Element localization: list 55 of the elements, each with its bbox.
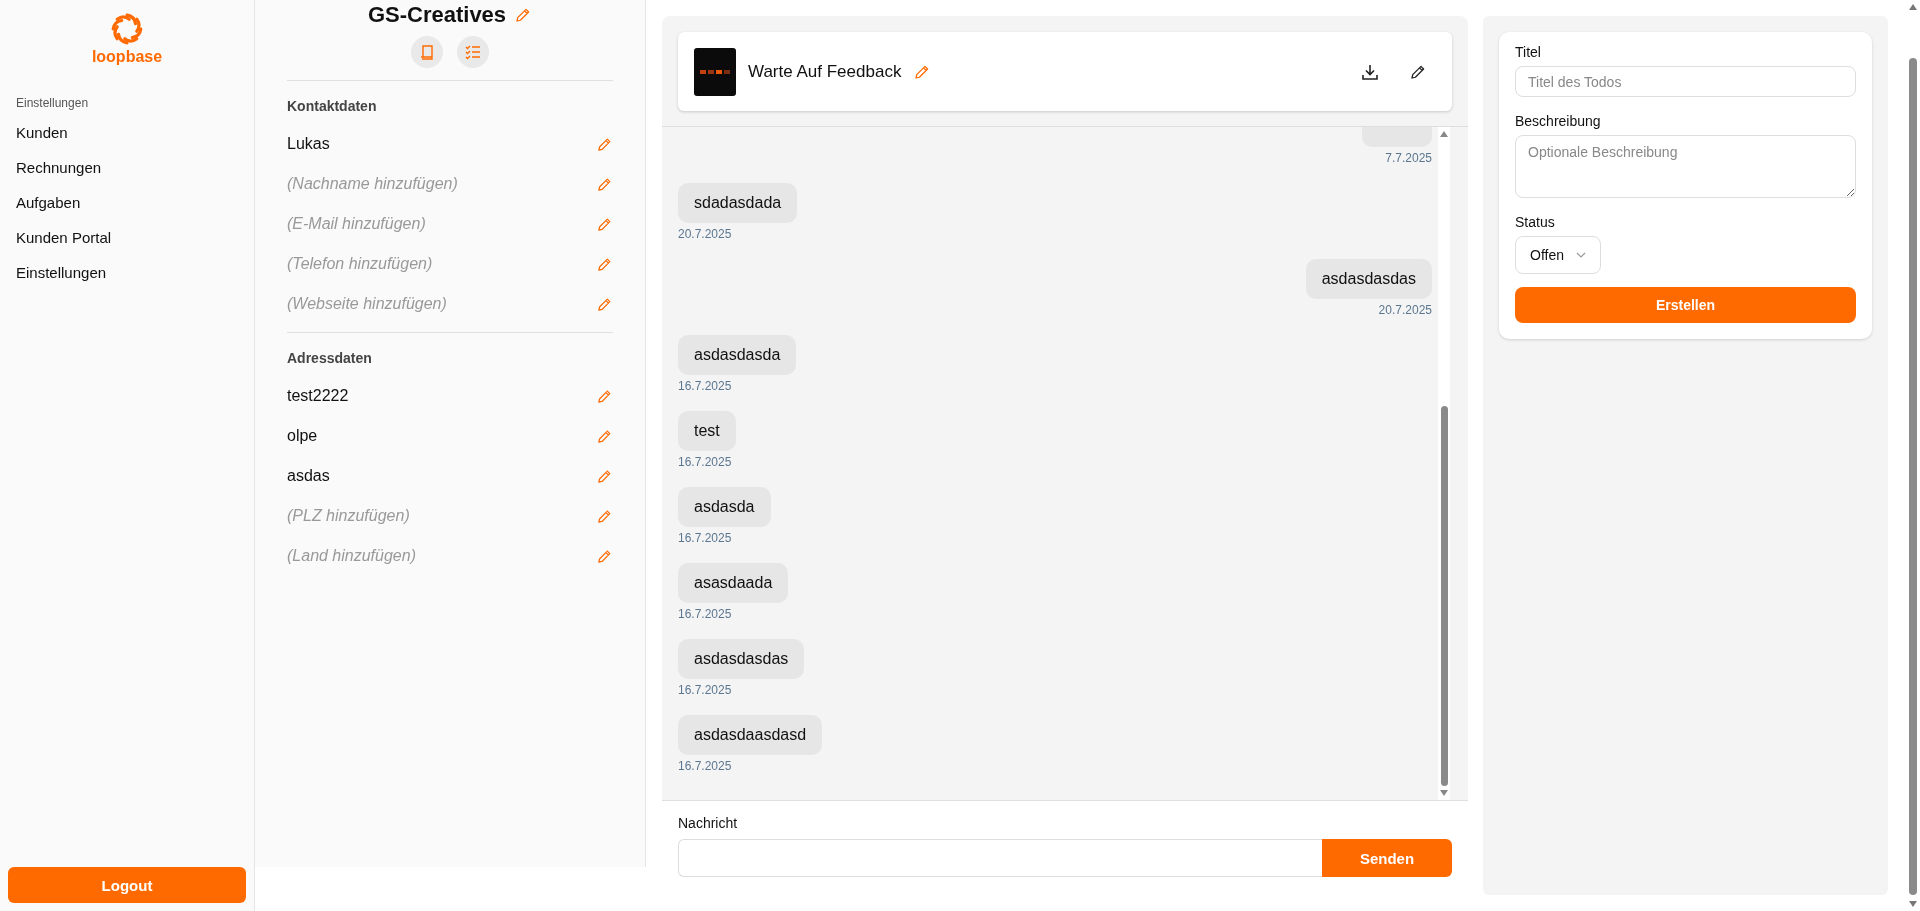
field-label: Status	[1515, 214, 1556, 230]
field-value: test2222	[287, 387, 349, 405]
download-icon	[1361, 62, 1379, 81]
field-value: asdas	[287, 467, 330, 485]
scrollbar[interactable]	[1438, 127, 1450, 800]
checklist-button[interactable]	[457, 36, 489, 68]
status-select[interactable]: Offen	[1515, 236, 1601, 274]
field-label: Titel	[1515, 44, 1542, 60]
input-label: Nachricht	[678, 815, 739, 831]
logo-icon	[110, 12, 144, 46]
message-bubble: sdadasdada	[678, 183, 798, 223]
message-bubble: asdasda	[678, 487, 771, 527]
scrollbar[interactable]	[1908, 4, 1917, 907]
logo-text: loopbase	[91, 48, 163, 66]
message-bubble: asdasdasda	[678, 335, 797, 375]
section-heading: Kontaktdaten	[287, 98, 378, 114]
field-value: olpe	[287, 427, 318, 445]
description-input[interactable]: Optionale Beschreibung	[1515, 135, 1856, 198]
field-value: (Land hinzufügen)	[287, 547, 416, 565]
message-date: 7.7.2025	[1385, 151, 1432, 165]
field-label: Beschreibung	[1515, 113, 1602, 129]
nav-section-label: Einstellungen	[16, 96, 90, 110]
message-date: 16.7.2025	[678, 379, 732, 393]
message-bubble: asdasdasdas	[678, 639, 805, 679]
message-date: 16.7.2025	[678, 683, 732, 697]
message-bubble: asasdaada	[678, 563, 789, 603]
nav-item[interactable]: Kunden Portal	[0, 221, 254, 256]
scroll-up-arrow-icon[interactable]	[1440, 131, 1448, 137]
section-heading: Adressdaten	[287, 350, 373, 366]
chevron-icon	[1576, 251, 1586, 259]
scroll-up-arrow-icon[interactable]	[1908, 4, 1917, 10]
scroll-down-arrow-icon[interactable]	[1440, 790, 1448, 796]
message-date: 20.7.2025	[678, 227, 732, 241]
nav-item[interactable]: Einstellungen	[0, 256, 254, 291]
message-date: 16.7.2025	[678, 531, 732, 545]
nav-item[interactable]: Aufgaben	[0, 186, 254, 221]
message-bubble: asdasdaasdasd	[678, 715, 823, 755]
message-input[interactable]	[678, 839, 1322, 877]
message-bubble: test	[678, 411, 736, 451]
nav-item[interactable]: Rechnungen	[0, 151, 254, 186]
status-title: Warte Auf Feedback	[748, 61, 902, 82]
document-icon	[419, 43, 435, 61]
document-button[interactable]	[411, 36, 443, 68]
message-date: 20.7.2025	[1378, 303, 1432, 317]
message-date: 16.7.2025	[678, 455, 732, 469]
checklist-icon	[465, 44, 481, 60]
field-value: (PLZ hinzufügen)	[287, 507, 410, 525]
scroll-down-arrow-icon[interactable]	[1908, 901, 1917, 907]
field-value: Lukas	[287, 135, 330, 153]
message-date: 16.7.2025	[678, 759, 732, 773]
nav-item[interactable]: Kunden	[0, 116, 254, 151]
title-input[interactable]: Titel des Todos	[1515, 66, 1856, 97]
customer-name: GS-Creatives	[367, 2, 507, 28]
message-date: 16.7.2025	[678, 607, 732, 621]
message-bubble: asdasdasdas	[1305, 259, 1432, 299]
